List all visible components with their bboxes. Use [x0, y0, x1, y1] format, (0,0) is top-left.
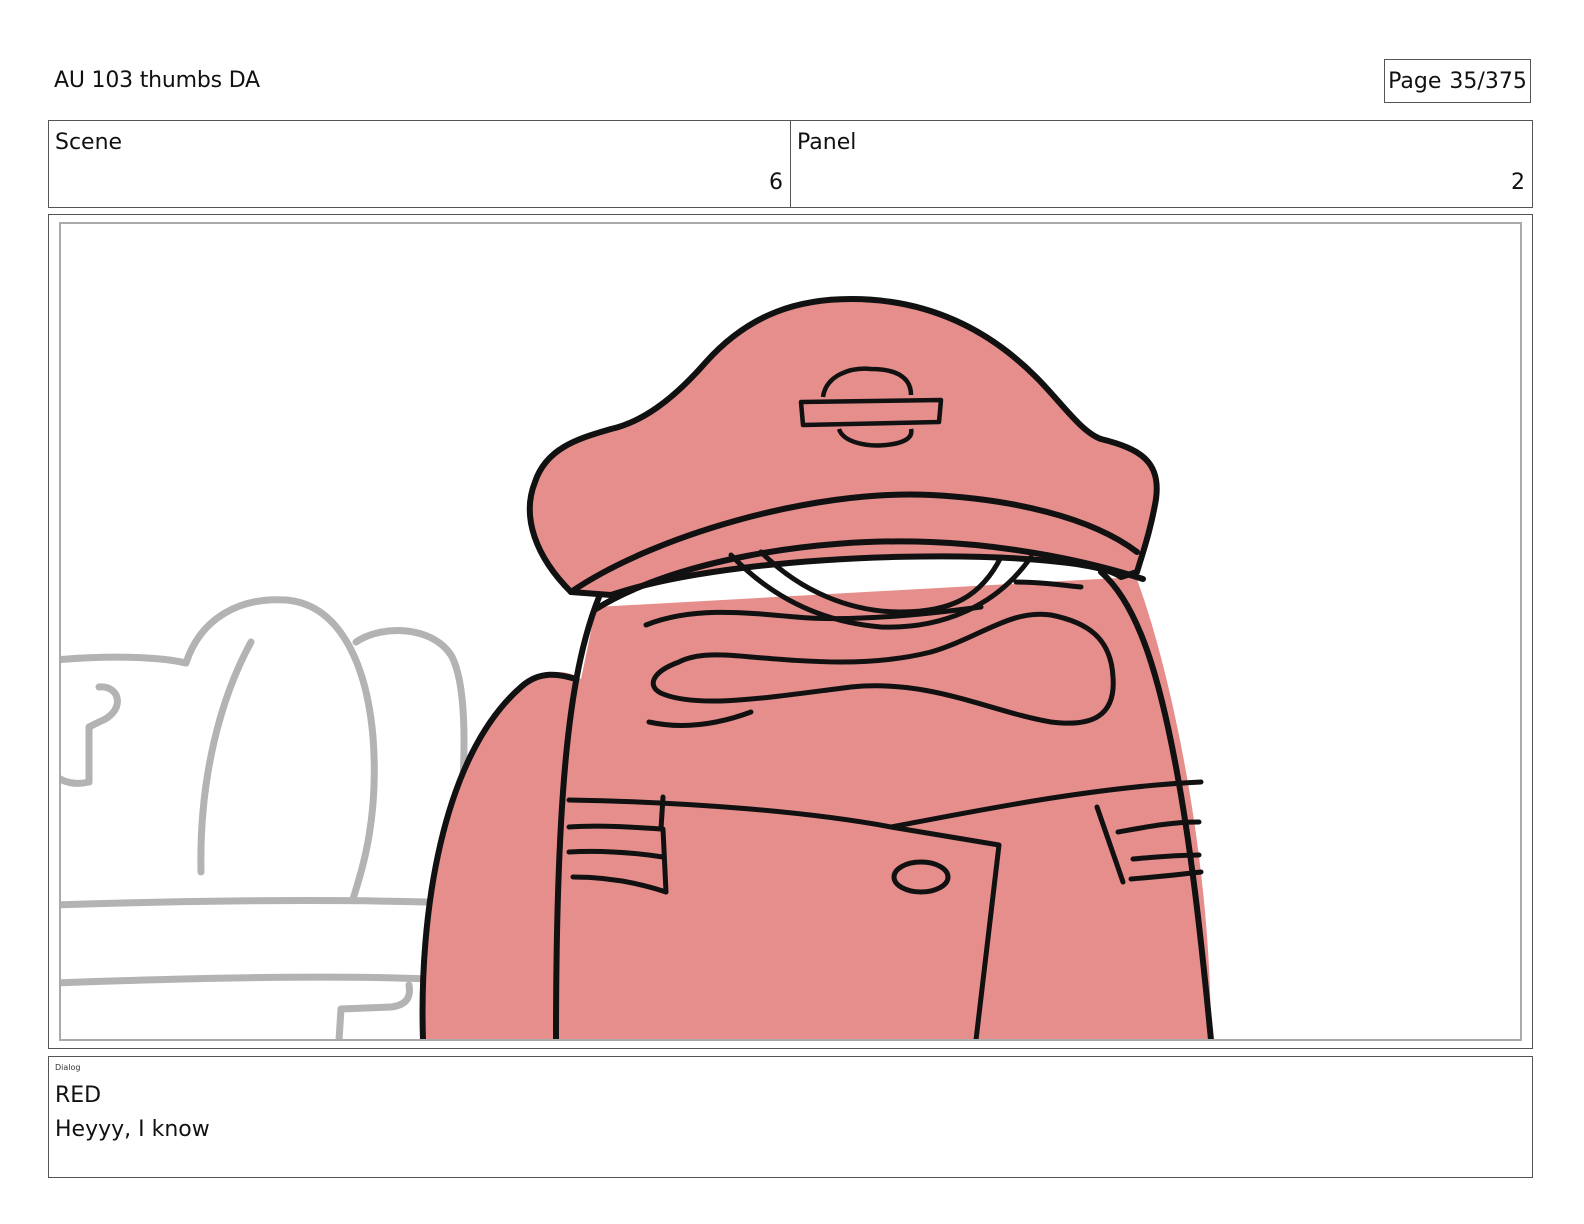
panel-safe-area: [59, 222, 1522, 1041]
dialog-label: Dialog: [55, 1063, 81, 1072]
dialog-box: Dialog RED Heyyy, I know: [48, 1056, 1533, 1178]
scene-panel-table: Scene 6 Panel 2: [48, 120, 1533, 208]
scene-label: Scene: [55, 130, 123, 155]
scene-number: 6: [769, 170, 783, 195]
scene-cell: Scene 6: [49, 121, 790, 207]
page-number: 35/375: [1449, 68, 1527, 94]
panel-drawing: [61, 296, 1214, 1039]
page-indicator: Page 35/375: [1384, 59, 1531, 103]
character-body: [422, 577, 1211, 1039]
dialog-speaker: RED: [55, 1083, 102, 1108]
page-label: Page: [1388, 68, 1442, 94]
panel-label: Panel: [797, 130, 857, 155]
character-hat: [526, 296, 1160, 598]
background-couch: [61, 596, 468, 1039]
panel-number: 2: [1511, 170, 1525, 195]
panel-cell: Panel 2: [790, 121, 1532, 207]
dialog-line: Heyyy, I know: [55, 1117, 210, 1142]
storyboard-panel: [48, 214, 1533, 1049]
storyboard-title: AU 103 thumbs DA: [54, 68, 260, 93]
